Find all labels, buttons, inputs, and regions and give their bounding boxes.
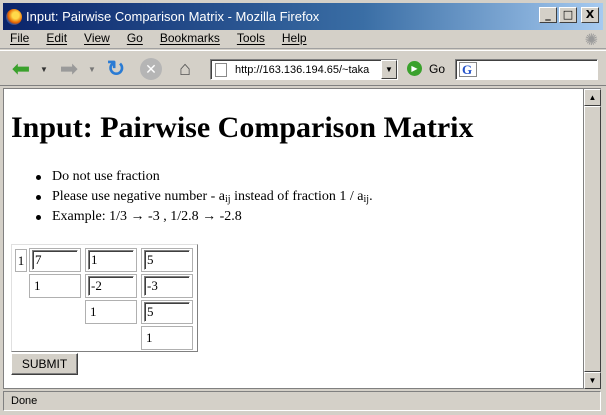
row-label: 1 — [15, 249, 27, 272]
forward-dropdown-icon[interactable]: ▼ — [88, 65, 96, 74]
bullet-text: Please use negative number - a — [52, 189, 225, 204]
page-title: Input: Pairwise Comparison Matrix — [11, 111, 474, 144]
bullet-text: . — [369, 189, 373, 204]
forward-arrow-icon[interactable]: ➡ — [56, 56, 82, 82]
minimize-button[interactable]: _ — [539, 7, 557, 23]
bullet-text: Do not use fraction — [52, 169, 160, 184]
menu-edit[interactable]: Edit — [46, 31, 67, 45]
matrix-input[interactable] — [32, 250, 78, 270]
reload-icon[interactable]: ↻ — [103, 56, 129, 82]
comparison-matrix: 1 1 1 1 — [11, 244, 198, 352]
matrix-input[interactable] — [144, 276, 190, 296]
status-bar: Done — [3, 391, 601, 411]
menu-help[interactable]: Help — [282, 31, 307, 45]
matrix-input[interactable] — [144, 250, 190, 270]
vertical-scrollbar[interactable]: ▲ ▼ — [584, 88, 601, 389]
search-input[interactable]: G — [455, 59, 598, 80]
matrix-input[interactable] — [88, 276, 134, 296]
firefox-logo-icon — [6, 8, 22, 25]
list-item: Example: 1/3 → -3 , 1/2.8 → -2.8 — [32, 207, 373, 227]
url-text[interactable]: http://163.136.194.65/~taka — [235, 64, 377, 76]
window-controls: _ □ X — [539, 7, 599, 23]
page-content: Input: Pairwise Comparison Matrix Do not… — [3, 88, 584, 389]
matrix-cell — [141, 274, 193, 298]
matrix-cell — [141, 248, 193, 272]
google-icon[interactable]: G — [459, 62, 477, 77]
maximize-button[interactable]: □ — [559, 7, 577, 23]
url-bar[interactable]: http://163.136.194.65/~taka ▼ — [210, 59, 398, 80]
go-label: Go — [429, 61, 446, 76]
url-dropdown-icon[interactable]: ▼ — [381, 60, 397, 79]
matrix-input[interactable] — [88, 250, 134, 270]
menu-tools[interactable]: Tools — [237, 31, 265, 45]
menu-bookmarks[interactable]: Bookmarks — [160, 31, 220, 45]
menu-bar: File Edit View Go Bookmarks Tools Help ✺ — [0, 27, 606, 49]
matrix-cell — [141, 300, 193, 324]
window-title: Input: Pairwise Comparison Matrix - Mozi… — [26, 9, 320, 24]
back-arrow-icon[interactable]: ⬅ — [8, 56, 34, 82]
menu-go[interactable]: Go — [127, 31, 143, 45]
submit-button[interactable]: SUBMIT — [11, 353, 78, 375]
bullet-text: Example: 1/3 → -3 , 1/2.8 → -2.8 — [52, 209, 242, 224]
home-icon[interactable]: ⌂ — [172, 56, 198, 82]
back-dropdown-icon[interactable]: ▼ — [40, 65, 48, 74]
bullet-text: instead of fraction 1 / a — [230, 189, 364, 204]
list-item: Please use negative number - aij instead… — [32, 187, 373, 207]
scroll-thumb[interactable] — [584, 106, 601, 372]
menu-view[interactable]: View — [84, 31, 110, 45]
matrix-cell — [85, 248, 137, 272]
close-button[interactable]: X — [581, 7, 599, 23]
instruction-list: Do not use fraction Please use negative … — [32, 167, 373, 227]
status-text: Done — [11, 395, 38, 407]
diagonal-cell: 1 — [29, 274, 81, 298]
stop-icon[interactable]: ✕ — [138, 56, 164, 82]
matrix-cell — [29, 248, 81, 272]
diagonal-value: 1 — [34, 278, 41, 293]
navigation-toolbar: ⬅ ▼ ➡ ▼ ↻ ✕ ⌂ http://163.136.194.65/~tak… — [0, 50, 606, 86]
diagonal-value: 1 — [146, 330, 153, 345]
diagonal-value: 1 — [90, 304, 97, 319]
menu-file[interactable]: File — [10, 31, 29, 45]
matrix-cell — [85, 274, 137, 298]
diagonal-cell: 1 — [85, 300, 137, 324]
matrix-input[interactable] — [144, 302, 190, 322]
throbber-icon: ✺ — [584, 32, 598, 49]
page-icon — [215, 62, 227, 77]
scroll-down-icon[interactable]: ▼ — [584, 372, 601, 389]
diagonal-cell: 1 — [141, 326, 193, 350]
go-icon: ▶ — [407, 61, 422, 76]
go-button[interactable]: ▶ Go — [407, 61, 445, 76]
scroll-up-icon[interactable]: ▲ — [584, 89, 601, 106]
title-bar: Input: Pairwise Comparison Matrix - Mozi… — [0, 0, 606, 30]
list-item: Do not use fraction — [32, 167, 373, 187]
